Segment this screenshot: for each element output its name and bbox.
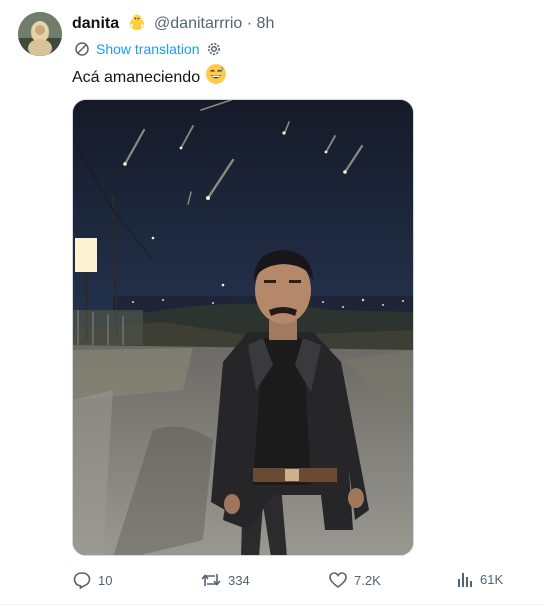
- show-translation[interactable]: Show translation: [72, 40, 222, 58]
- views-count: 61K: [480, 571, 504, 587]
- translate-icon: [74, 41, 90, 57]
- gear-icon[interactable]: [206, 41, 222, 57]
- chick-emoji-icon: [128, 13, 146, 37]
- analytics-icon: [456, 570, 480, 588]
- views-button[interactable]: 61K: [456, 570, 503, 588]
- heart-icon: [328, 570, 354, 590]
- like-count: 7.2K: [354, 572, 381, 588]
- tweet-text: Acá amaneciendo: [72, 63, 227, 92]
- tweet-image[interactable]: [72, 99, 414, 556]
- user-handle[interactable]: @danitarrrio: [154, 15, 242, 32]
- sweat-smile-emoji-icon: [205, 63, 227, 92]
- avatar-image: [18, 12, 62, 56]
- repost-icon: [200, 570, 228, 590]
- display-name[interactable]: danita: [72, 15, 119, 32]
- reply-icon: [72, 570, 98, 590]
- action-bar: 10 334 7.2K 61K: [72, 570, 512, 592]
- reply-count: 10: [98, 572, 113, 588]
- timestamp[interactable]: 8h: [257, 15, 275, 32]
- separator-dot: ·: [246, 15, 253, 32]
- avatar[interactable]: [18, 12, 62, 56]
- like-button[interactable]: 7.2K: [328, 570, 381, 590]
- reply-button[interactable]: 10: [72, 570, 112, 590]
- tweet-header: danita @danitarrrio · 8h: [72, 13, 274, 37]
- divider: [0, 604, 544, 605]
- tweet-text-content: Acá amaneciendo: [72, 68, 201, 86]
- tweet: danita @danitarrrio · 8h Show translatio…: [0, 0, 544, 606]
- photo-image: [73, 100, 413, 555]
- repost-button[interactable]: 334: [200, 570, 250, 590]
- show-translation-label[interactable]: Show translation: [96, 40, 200, 58]
- repost-count: 334: [228, 572, 250, 588]
